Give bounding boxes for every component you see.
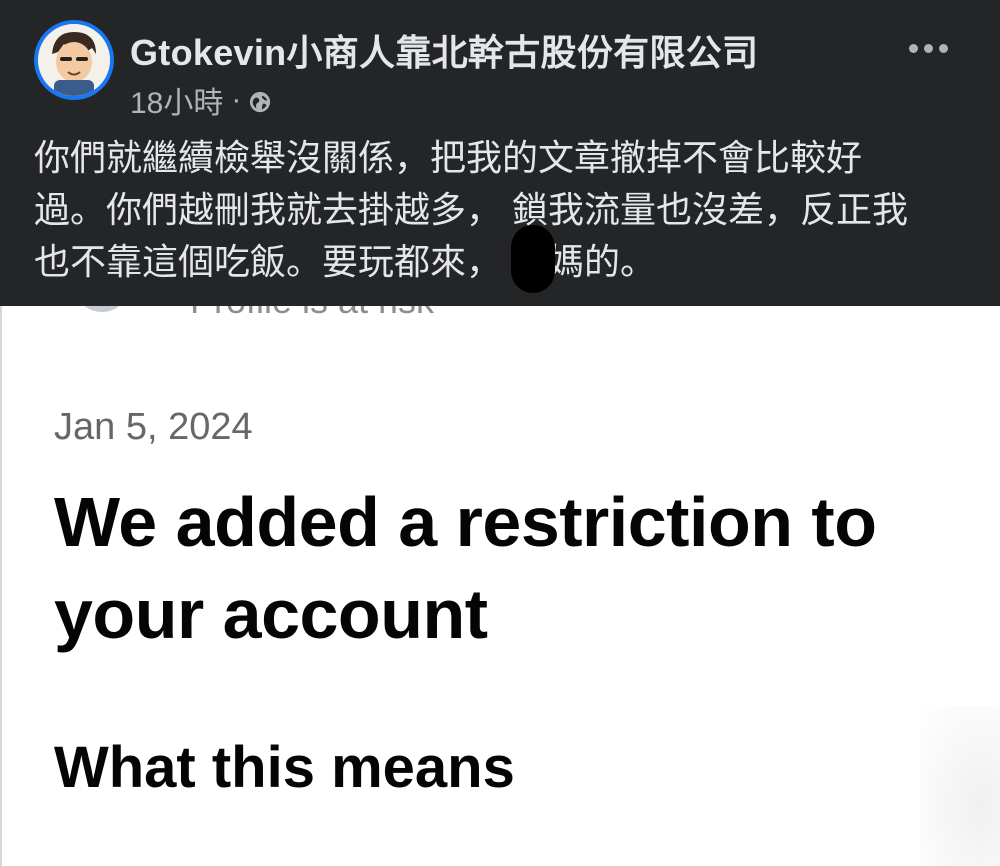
avatar-image <box>38 24 110 96</box>
post-text-line: 過。你們越刪我就去掛越多， 鎖我流量也沒差，反正我 <box>34 189 909 230</box>
post-text-line: 你們就繼續檢舉沒關係，把我的文章撤掉不會比較好 <box>34 137 863 178</box>
post-text-line: 也不靠這個吃飯。要玩都來， 你媽的。 <box>34 241 657 282</box>
post-body: 你們就繼續檢舉沒關係，把我的文章撤掉不會比較好 過。你們越刪我就去掛越多， 鎖我… <box>34 132 964 288</box>
more-dot <box>939 44 948 53</box>
more-options-icon[interactable] <box>909 44 948 53</box>
cut-off-avatar <box>76 306 128 312</box>
facebook-post: Gtokevin小商人靠北幹古股份有限公司 18小時 · 你們就繼續檢舉沒關係，… <box>0 0 1000 306</box>
corner-shadow <box>920 706 1000 866</box>
notice-date: Jan 5, 2024 <box>54 406 253 448</box>
censor-bar <box>511 225 555 293</box>
cut-off-label: Profile is at risk <box>190 306 434 322</box>
post-meta: 18小時 · <box>130 78 271 122</box>
more-dot <box>909 44 918 53</box>
section-heading: What this means <box>54 735 515 800</box>
author-name[interactable]: Gtokevin小商人靠北幹古股份有限公司 <box>130 24 758 76</box>
post-time[interactable]: 18小時 <box>130 78 223 122</box>
author-avatar[interactable] <box>34 20 114 100</box>
restriction-heading: We added a restriction to your account <box>54 483 877 653</box>
page: Gtokevin小商人靠北幹古股份有限公司 18小時 · 你們就繼續檢舉沒關係，… <box>0 0 1000 866</box>
embedded-screenshot[interactable]: Profile is at risk Jan 5, 2024 We added … <box>0 306 1000 866</box>
globe-icon <box>250 91 271 113</box>
more-dot <box>924 44 933 53</box>
meta-separator: · <box>231 83 242 116</box>
